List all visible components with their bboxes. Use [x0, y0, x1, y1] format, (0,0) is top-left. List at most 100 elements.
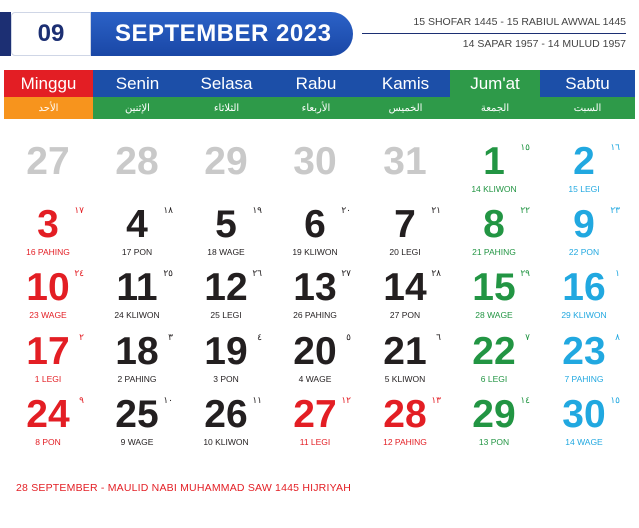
day-cell: 28	[93, 140, 181, 203]
header-accent-bar	[0, 12, 11, 56]
javanese-date-label: 13 PON	[478, 437, 510, 447]
javanese-date-label: 19 KLIWON	[292, 247, 338, 257]
javanese-date-label: 21 PAHING	[472, 247, 516, 257]
javanese-date-label: 18 WAGE	[207, 247, 245, 257]
day-cell: 2 ١٦ 15 LEGI	[540, 140, 628, 203]
weekday-header-1: Senin	[93, 70, 182, 97]
hijri-day-number: ١٥	[610, 395, 620, 405]
javanese-date-label: 7 PAHING	[564, 374, 604, 384]
javanese-date-label: 1 LEGI	[34, 374, 62, 384]
day-cell: 17 ٢ 1 LEGI	[4, 330, 92, 393]
javanese-date-label: 23 WAGE	[29, 310, 67, 320]
hijri-day-number: ٧	[525, 332, 530, 342]
hijri-day-number: ١٨	[163, 205, 173, 215]
day-cell: 6 ٢٠ 19 KLIWON	[271, 203, 359, 266]
weekday-arabic-4: الخميس	[361, 97, 450, 119]
hijri-day-number: ١٢	[341, 395, 351, 405]
day-number: 29	[204, 140, 248, 183]
weekday-arabic-0: الأحد	[4, 97, 93, 119]
day-cell: 4 ١٨ 17 PON	[93, 203, 181, 266]
hijri-day-number: ٤	[257, 332, 262, 342]
javanese-date-label: 14 KLIWON	[471, 184, 517, 194]
day-cell: 27 ١٢ 11 LEGI	[271, 393, 359, 456]
javanese-date-label: 29 KLIWON	[561, 310, 607, 320]
javanese-date-label: 25 LEGI	[210, 310, 242, 320]
javanese-date-label: 9 WAGE	[120, 437, 154, 447]
weekday-arabic-3: الأربعاء	[271, 97, 361, 119]
day-cell: 1 ١٥ 14 KLIWON	[450, 140, 538, 203]
weekday-header-2: Selasa	[182, 70, 271, 97]
day-cell: 14 ٢٨ 27 PON	[361, 266, 449, 329]
hijri-day-number: ٩	[79, 395, 84, 405]
weekday-arabic-2: الثلاثاء	[182, 97, 271, 119]
hijri-day-number: ٨	[615, 332, 620, 342]
hijri-day-number: ٢	[79, 332, 84, 342]
javanese-date-label: 14 WAGE	[565, 437, 603, 447]
day-cell: 31	[361, 140, 449, 203]
day-cell: 11 ٢٥ 24 KLIWON	[93, 266, 181, 329]
hijri-day-number: ٢٣	[610, 205, 620, 215]
month-number: 09	[11, 12, 91, 56]
day-cell: 15 ٢٩ 28 WAGE	[450, 266, 538, 329]
day-cell: 25 ١٠ 9 WAGE	[93, 393, 181, 456]
day-number: 30	[293, 140, 337, 183]
day-cell: 3 ١٧ 16 PAHING	[4, 203, 92, 266]
hijri-day-number: ٢٩	[520, 268, 530, 278]
hijri-day-number: ١٩	[252, 205, 262, 215]
day-cell: 30 ١٥ 14 WAGE	[540, 393, 628, 456]
weekday-header-5: Jum'at	[450, 70, 540, 97]
day-cell: 18 ٣ 2 PAHING	[93, 330, 181, 393]
hijri-day-number: ٣	[168, 332, 173, 342]
day-cell: 12 ٢٦ 25 LEGI	[182, 266, 270, 329]
weekday-arabic-6: السبت	[540, 97, 635, 119]
hijri-day-number: ٢٢	[520, 205, 530, 215]
holiday-note: 28 SEPTEMBER - MAULID NABI MUHAMMAD SAW …	[16, 482, 351, 494]
hijri-day-number: ١٧	[74, 205, 84, 215]
hijri-day-number: ١٦	[610, 142, 620, 152]
hijri-day-number: ٢٠	[341, 205, 351, 215]
hijri-day-number: ١٣	[431, 395, 441, 405]
javanese-date-label: 12 PAHING	[383, 437, 427, 447]
day-cell: 28 ١٣ 12 PAHING	[361, 393, 449, 456]
day-cell: 29	[182, 140, 270, 203]
hijri-day-number: ١	[615, 268, 620, 278]
hijri-day-number: ٢١	[431, 205, 441, 215]
day-cell: 24 ٩ 8 PON	[4, 393, 92, 456]
day-cell: 23 ٨ 7 PAHING	[540, 330, 628, 393]
hijri-day-number: ٢٤	[74, 268, 84, 278]
javanese-date-label: 4 WAGE	[298, 374, 332, 384]
day-cell: 13 ٢٧ 26 PAHING	[271, 266, 359, 329]
javanese-date-label: 5 KLIWON	[384, 374, 426, 384]
hijri-date-range: 15 SHOFAR 1445 - 15 RABIUL AWWAL 1445	[413, 16, 626, 28]
day-cell: 20 ٥ 4 WAGE	[271, 330, 359, 393]
hijri-day-number: ١١	[252, 395, 262, 405]
hijri-day-number: ٢٦	[252, 268, 262, 278]
month-title: SEPTEMBER 2023	[91, 12, 353, 56]
javanese-date-label: 27 PON	[389, 310, 421, 320]
hijri-day-number: ١٤	[520, 395, 530, 405]
javanese-date-label: 26 PAHING	[293, 310, 337, 320]
day-number: 28	[115, 140, 159, 183]
javanese-date-label: 2 PAHING	[117, 374, 157, 384]
javanese-date-label: 10 KLIWON	[203, 437, 249, 447]
javanese-date-range: 14 SAPAR 1957 - 14 MULUD 1957	[462, 38, 626, 50]
day-cell: 7 ٢١ 20 LEGI	[361, 203, 449, 266]
javanese-date-label: 20 LEGI	[389, 247, 421, 257]
weekday-arabic-1: الإثنين	[93, 97, 182, 119]
day-cell: 19 ٤ 3 PON	[182, 330, 270, 393]
javanese-date-label: 22 PON	[568, 247, 600, 257]
day-cell: 9 ٢٣ 22 PON	[540, 203, 628, 266]
day-cell: 29 ١٤ 13 PON	[450, 393, 538, 456]
hijri-day-number: ٢٧	[341, 268, 351, 278]
weekday-arabic-5: الجمعة	[450, 97, 540, 119]
day-number: 31	[383, 140, 427, 183]
day-cell: 27	[4, 140, 92, 203]
hijri-day-number: ٢٥	[163, 268, 173, 278]
header-divider	[362, 33, 626, 34]
day-cell: 30	[271, 140, 359, 203]
javanese-date-label: 28 WAGE	[475, 310, 513, 320]
javanese-date-label: 15 LEGI	[568, 184, 600, 194]
day-cell: 5 ١٩ 18 WAGE	[182, 203, 270, 266]
hijri-day-number: ١٥	[520, 142, 530, 152]
hijri-day-number: ١٠	[163, 395, 173, 405]
